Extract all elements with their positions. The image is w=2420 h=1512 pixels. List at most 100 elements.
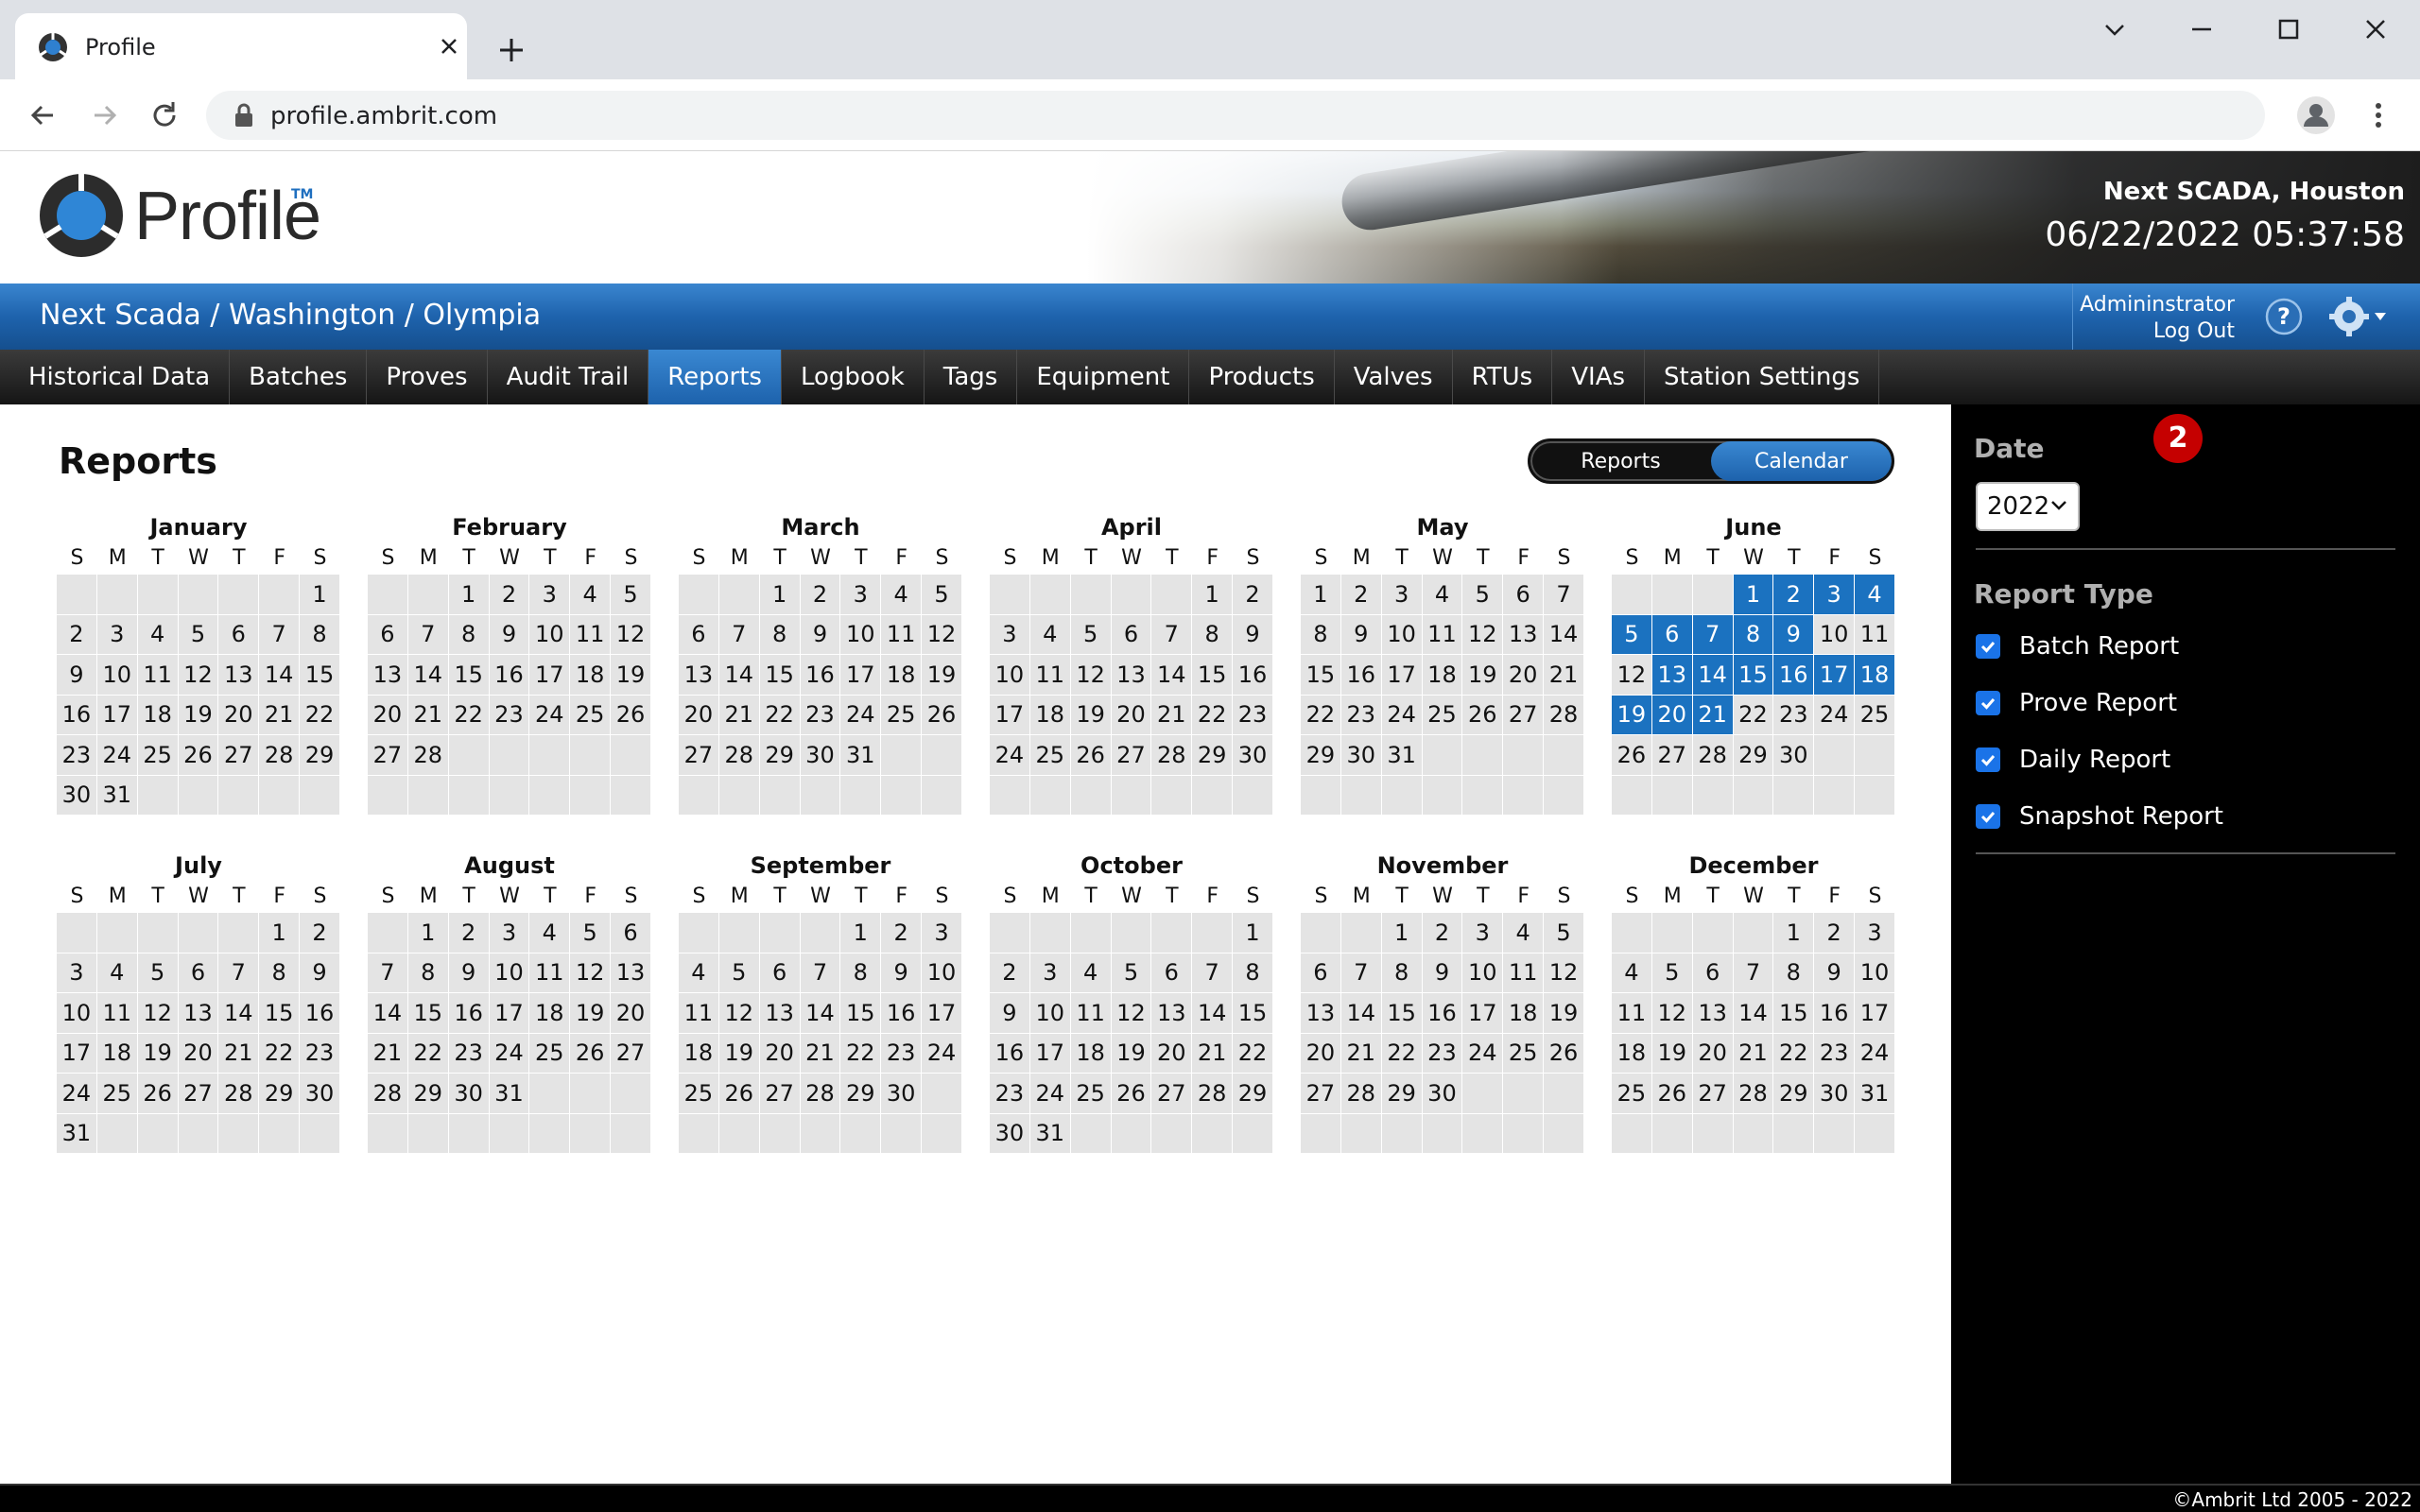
gear-icon[interactable] (2329, 297, 2390, 336)
empty-day-cell (1544, 775, 1583, 815)
day-cell[interactable]: 1 (1733, 575, 1773, 614)
month-name: June (1725, 514, 1782, 541)
empty-day-cell (1612, 1113, 1651, 1153)
nav-item-equipment[interactable]: Equipment (1017, 350, 1190, 404)
empty-day-cell (990, 575, 1029, 614)
minimize-icon[interactable] (2187, 15, 2216, 43)
checkbox-label[interactable]: Prove Report (2019, 689, 2177, 717)
tab-close-icon[interactable] (437, 34, 461, 59)
weekday-header: S (1314, 546, 1328, 570)
day-cell: 15 (1301, 655, 1340, 695)
report-type-snapshot-report[interactable]: Snapshot Report (1976, 798, 2223, 835)
checkbox-label[interactable]: Snapshot Report (2019, 802, 2223, 831)
nav-item-products[interactable]: Products (1189, 350, 1335, 404)
day-cell: 10 (1855, 953, 1894, 992)
checkbox[interactable] (1976, 634, 2000, 659)
empty-day-cell (922, 735, 961, 775)
window-close-icon[interactable] (2361, 15, 2390, 43)
nav-item-vias[interactable]: VIAs (1552, 350, 1646, 404)
new-tab-icon[interactable] (495, 34, 527, 66)
day-cell[interactable]: 8 (1733, 614, 1773, 654)
nav-item-tags[interactable]: Tags (925, 350, 1018, 404)
day-cell[interactable]: 6 (1651, 614, 1692, 654)
nav-item-logbook[interactable]: Logbook (782, 350, 925, 404)
day-cell[interactable]: 5 (1612, 614, 1651, 654)
day-cell: 17 (840, 655, 881, 695)
nav-item-proves[interactable]: Proves (367, 350, 488, 404)
day-cell: 4 (1029, 614, 1070, 654)
day-cell: 25 (881, 695, 922, 734)
day-cell: 1 (1773, 913, 1814, 953)
maximize-icon[interactable] (2274, 15, 2303, 43)
day-cell[interactable]: 20 (1651, 695, 1692, 734)
day-cell[interactable]: 2 (1773, 575, 1814, 614)
day-cell: 13 (611, 953, 650, 992)
tab-search-chevron-icon[interactable] (2100, 15, 2129, 43)
checkbox[interactable] (1976, 804, 2000, 829)
empty-day-cell (800, 1113, 840, 1153)
report-type-prove-report[interactable]: Prove Report (1976, 684, 2177, 722)
day-cell: 8 (759, 614, 800, 654)
browser-tab[interactable]: Profile (15, 13, 467, 79)
kebab-menu-icon[interactable] (2360, 96, 2397, 134)
checkbox[interactable] (1976, 747, 2000, 772)
day-cell[interactable]: 14 (1692, 655, 1733, 695)
toggle-calendar-button[interactable]: Calendar (1711, 441, 1892, 481)
report-type-daily-report[interactable]: Daily Report (1976, 741, 2170, 779)
nav-item-rtus[interactable]: RTUs (1453, 350, 1553, 404)
report-type-batch-report[interactable]: Batch Report (1976, 627, 2179, 665)
day-cell: 20 (178, 1033, 218, 1073)
checkbox-label[interactable]: Daily Report (2019, 746, 2170, 774)
logout-link[interactable]: Log Out (2153, 319, 2235, 343)
day-cell: 24 (57, 1074, 96, 1113)
help-icon[interactable]: ? (2265, 298, 2303, 335)
day-cell: 20 (368, 695, 407, 734)
day-cell[interactable]: 17 (1814, 655, 1855, 695)
weekday-header: T (1477, 546, 1490, 570)
day-cell: 21 (800, 1033, 840, 1073)
day-cell[interactable]: 3 (1814, 575, 1855, 614)
nav-item-station-settings[interactable]: Station Settings (1645, 350, 1880, 404)
day-cell: 17 (489, 993, 529, 1033)
empty-day-cell (840, 775, 881, 815)
day-cell[interactable]: 18 (1855, 655, 1894, 695)
day-cell: 16 (881, 993, 922, 1033)
day-cell[interactable]: 16 (1773, 655, 1814, 695)
reload-icon[interactable] (147, 98, 182, 132)
day-cell[interactable]: 9 (1773, 614, 1814, 654)
month-july: July S M T W T F S 1 2 3 4 5 6 7 8 9 10 11 12 13 14 15 16 17 18 19… (57, 852, 340, 1154)
address-bar[interactable]: profile.ambrit.com (206, 91, 2265, 140)
day-cell: 24 (1381, 695, 1422, 734)
day-cell[interactable]: 21 (1692, 695, 1733, 734)
weekday-header: T (1788, 885, 1801, 908)
day-cell: 31 (489, 1074, 529, 1113)
day-cell: 17 (96, 695, 137, 734)
day-cell: 25 (1503, 1033, 1544, 1073)
checkbox[interactable] (1976, 691, 2000, 715)
back-arrow-icon[interactable] (26, 98, 60, 132)
nav-item-batches[interactable]: Batches (230, 350, 368, 404)
forward-arrow-icon[interactable] (87, 98, 121, 132)
empty-day-cell (611, 1074, 650, 1113)
year-select[interactable]: 2022 (1976, 482, 2080, 531)
nav-item-historical-data[interactable]: Historical Data (9, 350, 231, 404)
day-cell[interactable]: 15 (1733, 655, 1773, 695)
url-text[interactable]: profile.ambrit.com (270, 102, 497, 130)
nav-item-audit-trail[interactable]: Audit Trail (488, 350, 649, 404)
day-cell[interactable]: 4 (1855, 575, 1894, 614)
day-cell[interactable]: 19 (1612, 695, 1651, 734)
day-cell[interactable]: 13 (1651, 655, 1692, 695)
empty-day-cell (1814, 775, 1855, 815)
day-cell[interactable]: 7 (1692, 614, 1733, 654)
checkbox-label[interactable]: Batch Report (2019, 632, 2179, 661)
breadcrumb[interactable]: Next Scada / Washington / Olympia (40, 299, 541, 332)
lock-icon[interactable] (233, 102, 255, 129)
toggle-reports-button[interactable]: Reports (1530, 441, 1711, 481)
nav-item-valves[interactable]: Valves (1335, 350, 1453, 404)
nav-item-reports[interactable]: Reports (648, 350, 782, 404)
account-avatar-icon[interactable] (2295, 94, 2337, 136)
weekday-header: S (1625, 885, 1639, 908)
day-cell: 11 (1855, 614, 1894, 654)
day-cell: 10 (1381, 614, 1422, 654)
day-cell: 17 (990, 695, 1029, 734)
